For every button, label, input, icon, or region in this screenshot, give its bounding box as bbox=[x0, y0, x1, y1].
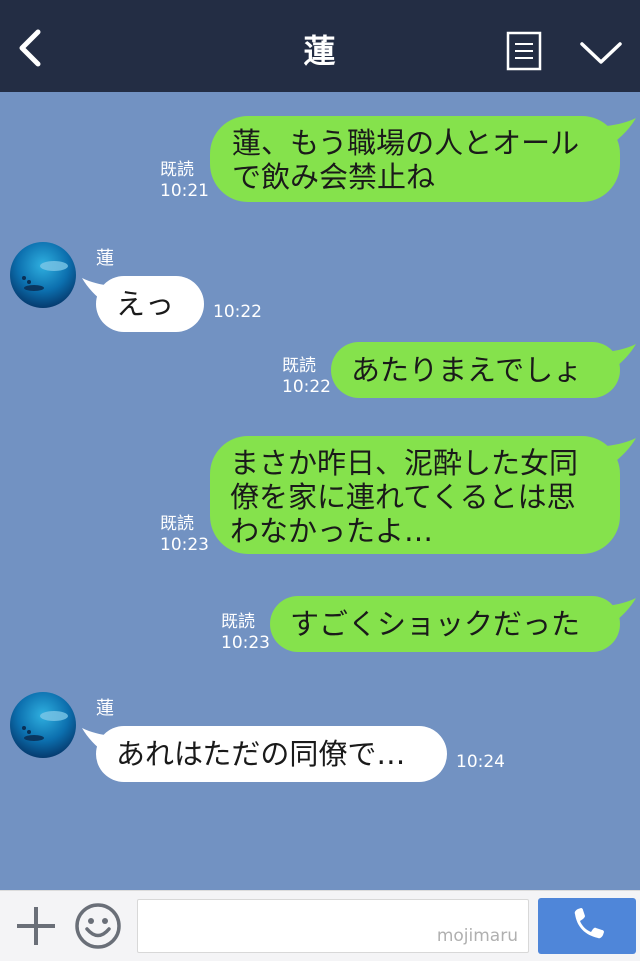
message-bubble-incoming[interactable]: えっ bbox=[96, 276, 204, 332]
emoji-button[interactable] bbox=[74, 902, 122, 950]
avatar-image bbox=[10, 242, 76, 308]
message-time: 10:22 bbox=[282, 377, 331, 397]
message-bubble-outgoing[interactable]: 蓮、もう職場の人とオール で飲み会禁止ね bbox=[210, 116, 620, 202]
watermark-text: mojimaru bbox=[436, 926, 518, 946]
read-label: 既読 bbox=[160, 514, 194, 534]
read-label: 既読 bbox=[282, 356, 316, 376]
chevron-down-icon bbox=[580, 42, 622, 64]
message-time: 10:23 bbox=[160, 535, 209, 555]
avatar[interactable] bbox=[10, 242, 76, 308]
add-button[interactable] bbox=[14, 904, 58, 948]
phone-icon bbox=[574, 908, 604, 939]
avatar-image bbox=[10, 692, 76, 758]
smiley-icon bbox=[75, 903, 121, 949]
notes-button[interactable] bbox=[506, 31, 542, 71]
collapse-button[interactable] bbox=[578, 36, 624, 68]
message-input[interactable]: mojimaru bbox=[137, 899, 529, 953]
avatar[interactable] bbox=[10, 692, 76, 758]
read-label: 既読 bbox=[221, 612, 255, 632]
plus-icon bbox=[17, 907, 55, 945]
message-meta: 既読 10:23 bbox=[160, 514, 209, 556]
message-time: 10:22 bbox=[213, 302, 262, 322]
sender-name: 蓮 bbox=[96, 248, 114, 269]
message-bubble-outgoing[interactable]: あたりまえでしょ bbox=[331, 342, 620, 398]
read-label: 既読 bbox=[160, 160, 194, 180]
message-time: 10:24 bbox=[456, 752, 505, 772]
notes-icon bbox=[506, 31, 542, 71]
message-bubble-outgoing[interactable]: まさか昨日、泥酔した女同 僚を家に連れてくるとは思 わなかったよ… bbox=[210, 436, 620, 554]
message-bubble-incoming[interactable]: あれはただの同僚で… bbox=[96, 726, 447, 782]
call-button[interactable] bbox=[538, 898, 636, 954]
message-meta: 既読 10:23 bbox=[221, 612, 270, 654]
chat-header: 蓮 bbox=[0, 0, 640, 92]
message-bubble-outgoing[interactable]: すごくショックだった bbox=[270, 596, 620, 652]
message-meta: 既読 10:21 bbox=[160, 160, 209, 202]
sender-name: 蓮 bbox=[96, 698, 114, 719]
chat-title: 蓮 bbox=[303, 32, 337, 70]
chat-area[interactable]: 既読 10:21 蓮、もう職場の人とオール で飲み会禁止ね 蓮 えっ 10:22 bbox=[0, 92, 640, 890]
message-time: 10:21 bbox=[160, 181, 209, 201]
message-meta: 既読 10:22 bbox=[282, 356, 331, 398]
input-bar: mojimaru bbox=[0, 890, 640, 961]
message-time: 10:23 bbox=[221, 633, 270, 653]
